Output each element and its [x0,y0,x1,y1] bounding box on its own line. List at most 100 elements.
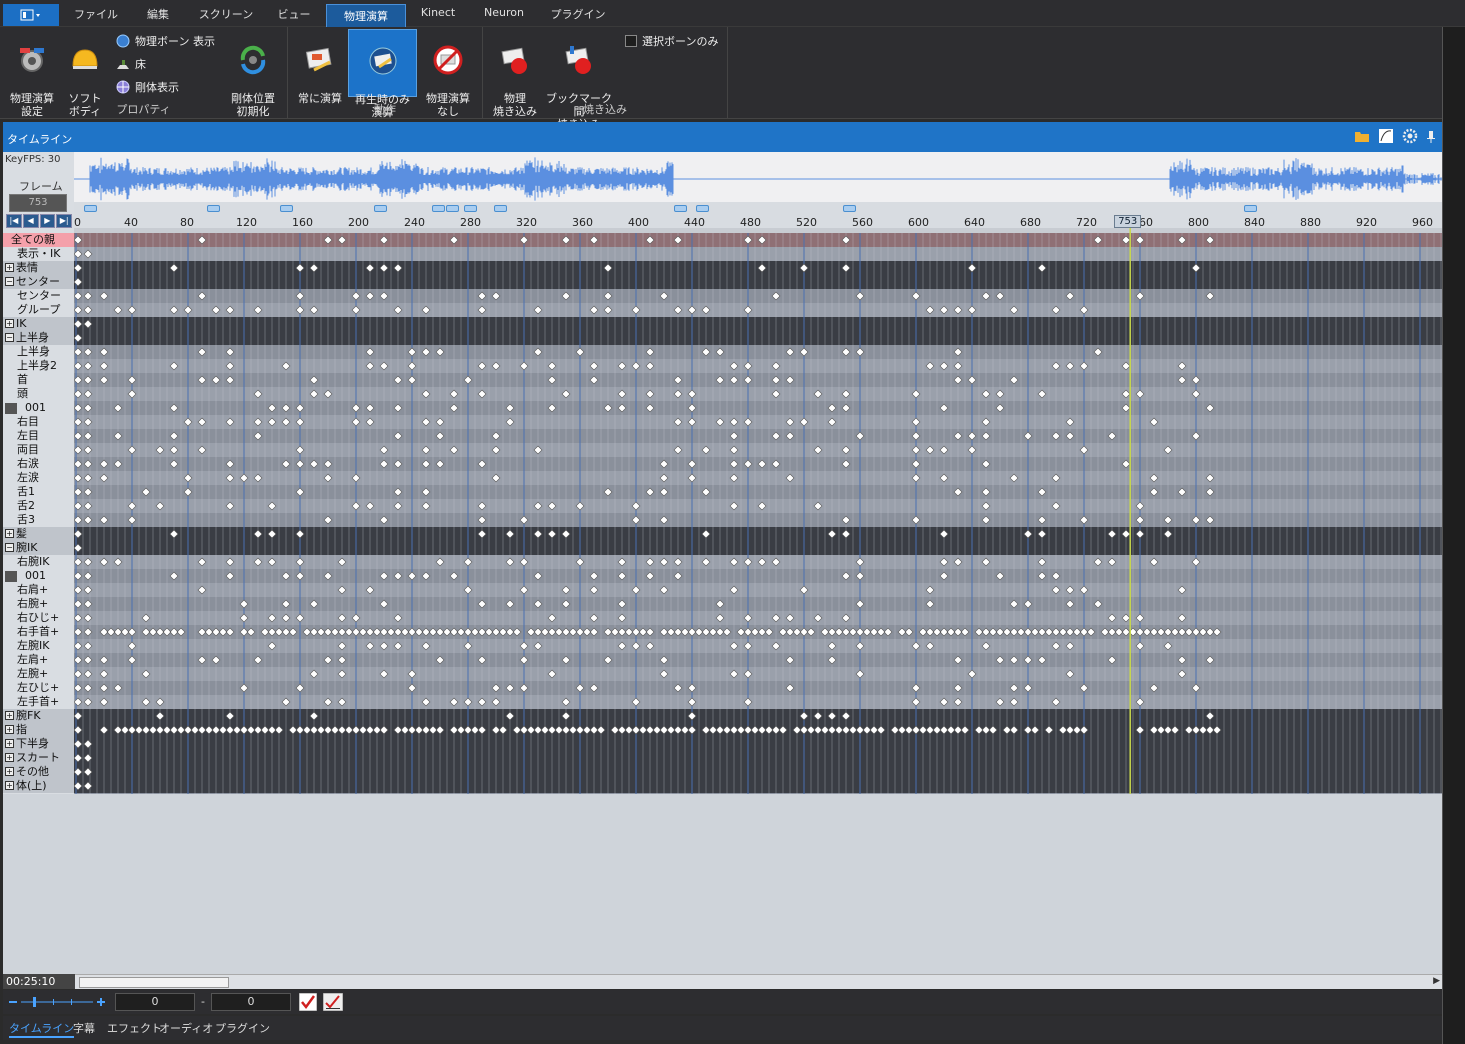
expand-icon[interactable]: + [5,781,14,790]
app-menu-button[interactable] [3,4,59,26]
selected-bones-only-checkbox[interactable]: 選択ボーンのみ [625,32,718,50]
bookmark-marker[interactable] [1244,205,1257,212]
expand-icon[interactable]: + [5,529,14,538]
keyframe-grid[interactable] [74,228,1442,794]
menu-physics[interactable]: 物理演算 [326,4,406,27]
bookmark-marker[interactable] [494,205,507,212]
last-frame-button[interactable]: ▶| [56,214,72,228]
frame-ruler[interactable]: 0 40 80 120 160 200 240 280 320 360 400 440 480 520 56… [74,202,1442,229]
menu-view[interactable]: ビュー [272,6,316,26]
bone-row-label[interactable]: 右肩+ [3,583,74,597]
bone-row-label[interactable]: 右腕IK [3,555,74,569]
bone-row-label[interactable]: 左涙 [3,471,74,485]
bone-row-label[interactable]: 舌1 [3,485,74,499]
bone-row-label[interactable]: + 髪 [3,527,74,541]
range-end-spinner[interactable]: 0 [211,993,291,1011]
first-frame-button[interactable]: |◀ [6,214,22,228]
audio-waveform[interactable] [74,152,1442,202]
bone-row-label[interactable]: 右腕+ [3,597,74,611]
bone-row-label[interactable]: + IK [3,317,74,331]
bookmark-marker[interactable] [464,205,477,212]
bookmark-marker[interactable] [696,205,709,212]
bone-row-label[interactable]: 右ひじ+ [3,611,74,625]
prev-key-button[interactable]: ◀ [22,214,39,228]
no-physics-button[interactable]: 物理演算 なし [419,29,477,118]
physics-settings-button[interactable]: 物理演算 設定 [4,29,60,118]
range-start-spinner[interactable]: 0 [115,993,195,1011]
bone-row-label[interactable]: 左ひじ+ [3,681,74,695]
bone-row-label[interactable]: − センター [3,275,74,289]
tab-effect[interactable]: エフェクト [107,1020,162,1036]
bone-row-label[interactable]: 上半身 [3,345,74,359]
show-rigid-body-button[interactable]: 剛体表示 [116,78,179,96]
tab-audio[interactable]: オーディオ [159,1020,213,1036]
always-compute-button[interactable]: 常に演算 [292,29,348,105]
bone-row-label[interactable]: 全ての親 [3,233,74,247]
pin-icon[interactable] [1426,128,1436,144]
floor-button[interactable]: 床 [116,55,146,73]
physics-bake-button[interactable]: 物理 焼き込み [487,29,543,118]
bookmark-marker[interactable] [374,205,387,212]
bone-row-label[interactable]: + その他 [3,765,74,779]
bone-row-label[interactable]: − 上半身 [3,331,74,345]
scrollbar-thumb[interactable] [79,977,229,988]
bookmark-marker[interactable] [84,205,97,212]
current-frame-marker[interactable]: 753 [1114,215,1142,228]
expand-icon[interactable]: + [5,263,14,272]
bone-row-label[interactable]: グループ [3,303,74,317]
collapse-icon[interactable]: − [5,277,14,286]
bone-row-label[interactable]: + 腕FK [3,709,74,723]
bone-row-label[interactable]: + スカート [3,751,74,765]
bone-row-label[interactable]: 首 [3,373,74,387]
expand-icon[interactable]: + [5,319,14,328]
bone-row-label[interactable]: 左肩+ [3,653,74,667]
bone-row-label[interactable]: + 表情 [3,261,74,275]
tab-timeline[interactable]: タイムライン [9,1020,75,1038]
playback-only-button[interactable]: 再生時のみ 演算 [348,29,417,119]
expand-icon[interactable]: + [5,753,14,762]
bone-row-label[interactable]: 表示・IK [3,247,74,261]
menu-neuron[interactable]: Neuron [478,6,530,26]
reset-rigid-position-button[interactable]: 剛体位置 初期化 [224,29,282,118]
bookmark-bake-button[interactable]: ブックマーク間 焼き込み [545,29,613,131]
bone-row-label[interactable]: + 指 [3,723,74,737]
bone-row-label[interactable]: センター [3,289,74,303]
menu-edit[interactable]: 編集 [136,6,180,26]
expand-icon[interactable]: + [5,739,14,748]
frame-input[interactable]: 753 [9,194,67,212]
bone-row-label[interactable]: 舌2 [3,499,74,513]
bone-row-label[interactable]: 左手首+ [3,695,74,709]
menu-file[interactable]: ファイル [72,6,120,26]
collapse-icon[interactable]: − [5,333,14,342]
bookmark-marker[interactable] [446,205,459,212]
next-key-button[interactable]: ▶ [39,214,56,228]
range-check-icon[interactable] [299,993,317,1011]
folder-icon[interactable] [1354,128,1370,144]
bookmark-marker[interactable] [432,205,445,212]
tab-plugin[interactable]: プラグイン [215,1020,270,1036]
gear-icon[interactable] [1402,128,1418,144]
collapse-icon[interactable]: − [5,543,14,552]
select-check-icon[interactable] [323,993,343,1011]
zoom-slider[interactable] [9,996,109,1008]
expand-icon[interactable]: + [5,725,14,734]
bone-row-label[interactable]: 右手首+ [3,625,74,639]
soft-body-button[interactable]: ソフト ボディ [62,29,108,118]
show-physics-bones-button[interactable]: 物理ボーン 表示 [116,32,215,50]
bone-row-label[interactable]: 舌3 [3,513,74,527]
horizontal-scrollbar[interactable]: ▶ [75,974,1442,989]
expand-icon[interactable]: + [5,711,14,720]
bone-row-label[interactable]: 左腕+ [3,667,74,681]
bookmark-marker[interactable] [843,205,856,212]
bone-row-label[interactable]: + 下半身 [3,737,74,751]
scroll-right-arrow-icon[interactable]: ▶ [1433,976,1440,986]
bookmark-marker[interactable] [674,205,687,212]
menu-kinect[interactable]: Kinect [414,6,462,26]
bone-row-label[interactable]: 両目 [3,443,74,457]
bone-row-label[interactable]: 左腕IK [3,639,74,653]
bookmark-marker[interactable] [280,205,293,212]
bookmark-marker[interactable] [207,205,220,212]
menu-screen[interactable]: スクリーン [196,6,256,26]
curve-icon[interactable] [1378,128,1394,144]
bone-row-label[interactable]: 頭 [3,387,74,401]
